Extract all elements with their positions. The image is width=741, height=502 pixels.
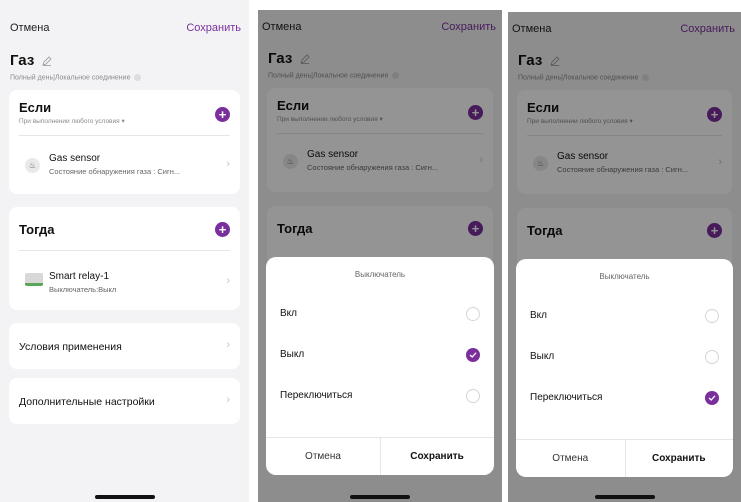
scene-title-text: Газ	[10, 52, 35, 69]
if-condition-mode-label: При выполнении любого условия	[19, 118, 120, 125]
sheet-cancel-button[interactable]: Отмена	[266, 438, 380, 475]
option-label: Вкл	[530, 310, 547, 321]
radio-checked-icon[interactable]	[705, 391, 719, 405]
flame-icon: ♨	[25, 158, 40, 173]
switch-bottom-sheet: Выключатель Вкл Выкл Переключиться Отмен…	[516, 259, 733, 477]
option-label: Переключиться	[280, 390, 353, 401]
option-label: Выкл	[530, 351, 555, 362]
if-card: Если При выполнении любого условия ▾ + ♨…	[9, 90, 240, 194]
pencil-icon[interactable]	[42, 53, 53, 70]
switch-sheet-screen-off: Отмена Сохранить Газ Полный день|Локальн…	[258, 10, 502, 502]
then-card: Тогда + Smart relay-1 Выключатель:Выкл ›	[9, 207, 240, 310]
radio-icon[interactable]	[466, 307, 480, 321]
option-label: Переключиться	[530, 392, 603, 403]
scene-subtitle-text: Полный день|Локальное соединение	[10, 74, 131, 82]
info-icon[interactable]	[134, 74, 142, 81]
chevron-right-icon: ›	[226, 158, 230, 170]
chevron-right-icon: ›	[226, 339, 230, 351]
home-indicator	[350, 495, 410, 499]
sheet-title: Выключатель	[354, 270, 406, 279]
home-indicator	[94, 495, 155, 499]
sheet-save-button[interactable]: Сохранить	[625, 440, 734, 477]
condition-device-name: Gas sensor	[49, 153, 101, 164]
automation-edit-screen: Отмена Сохранить Газ Полный день|Локальн…	[0, 0, 249, 502]
save-button[interactable]: Сохранить	[186, 22, 241, 34]
conditions-row-label: Условия применения	[19, 341, 122, 353]
if-card-title: Если	[19, 100, 52, 115]
sheet-footer: Отмена Сохранить	[516, 439, 733, 477]
divider	[19, 250, 230, 251]
relay-icon	[25, 273, 43, 286]
if-condition-mode[interactable]: При выполнении любого условия ▾	[19, 117, 125, 125]
sheet-title: Выключатель	[599, 272, 650, 281]
chevron-right-icon: ›	[226, 394, 230, 406]
radio-icon[interactable]	[705, 350, 719, 364]
plus-icon[interactable]: +	[215, 222, 230, 237]
switch-bottom-sheet: Выключатель Вкл Выкл Переключиться Отмен…	[266, 257, 494, 475]
chevron-right-icon: ›	[226, 275, 230, 287]
advanced-settings-label: Дополнительные настройки	[19, 396, 155, 408]
radio-checked-icon[interactable]	[466, 348, 480, 362]
divider	[19, 135, 230, 136]
home-indicator	[594, 495, 655, 499]
scene-title: Газ	[10, 52, 53, 70]
condition-device-state: Состояние обнаружения газа : Сигн...	[49, 167, 181, 176]
sheet-cancel-button[interactable]: Отмена	[516, 440, 625, 477]
action-device-state: Выключатель:Выкл	[49, 285, 117, 294]
option-label: Вкл	[280, 308, 297, 319]
action-device-name: Smart relay-1	[49, 271, 110, 282]
scene-subtitle: Полный день|Локальное соединение	[10, 74, 142, 82]
radio-icon[interactable]	[705, 309, 719, 323]
option-label: Выкл	[280, 349, 305, 360]
sheet-footer: Отмена Сохранить	[266, 437, 494, 475]
top-bar: Отмена Сохранить	[0, 0, 249, 46]
then-card-title: Тогда	[19, 222, 55, 237]
plus-icon[interactable]: +	[215, 107, 230, 122]
radio-icon[interactable]	[466, 389, 480, 403]
advanced-settings-row[interactable]: Дополнительные настройки ›	[9, 378, 240, 424]
switch-sheet-screen-toggle: Отмена Сохранить Газ Полный день|Локальн…	[508, 12, 741, 502]
sheet-save-button[interactable]: Сохранить	[380, 438, 494, 475]
conditions-row[interactable]: Условия применения ›	[9, 323, 240, 369]
cancel-button[interactable]: Отмена	[10, 22, 49, 34]
